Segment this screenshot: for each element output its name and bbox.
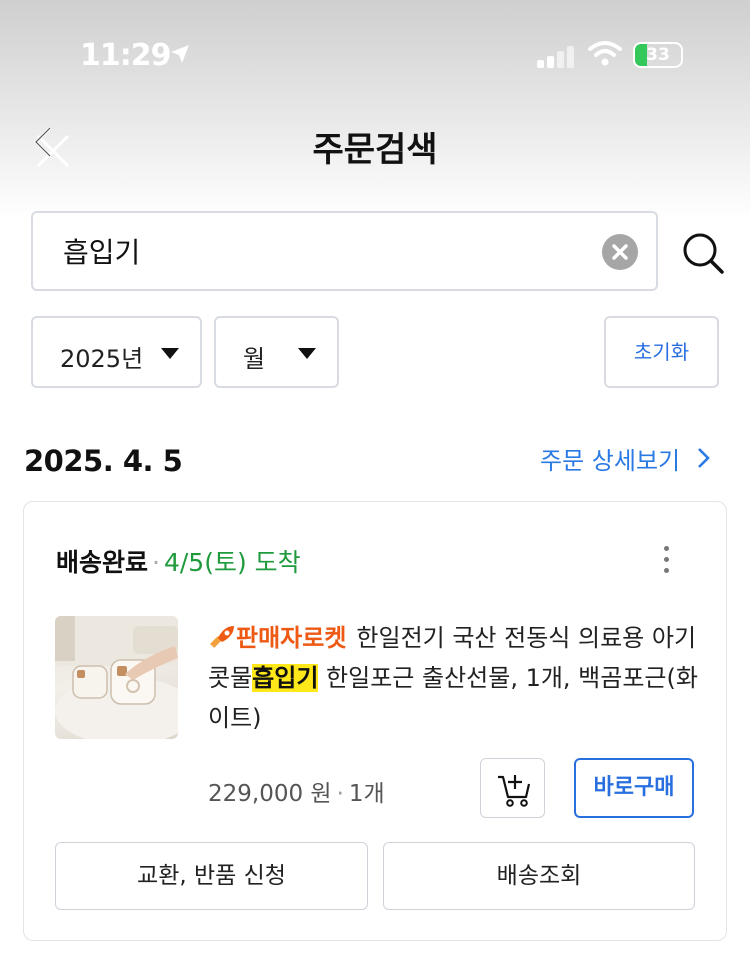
month-dropdown[interactable]: 월	[214, 316, 339, 388]
arrival-date: 4/5(토) 도착	[163, 548, 301, 577]
delivery-tracking-button[interactable]: 배송조회	[383, 842, 695, 910]
wifi-icon	[588, 41, 622, 66]
add-to-cart-icon	[498, 775, 531, 807]
year-dropdown[interactable]: 2025년	[31, 316, 202, 388]
buy-now-button[interactable]: 바로구매	[574, 758, 694, 818]
order-detail-link[interactable]: 주문 상세보기	[540, 441, 710, 476]
status-label: 배송완료	[56, 548, 149, 577]
page-header: 주문검색	[0, 110, 750, 180]
exchange-return-button[interactable]: 교환, 반품 신청	[55, 842, 368, 910]
price-line: 229,000 원 · 1개	[208, 781, 385, 807]
delivery-status: 배송완료 · 4/5(토) 도착	[56, 548, 301, 577]
product-thumbnail[interactable]	[55, 616, 178, 739]
order-detail-label: 주문 상세보기	[540, 447, 681, 475]
chevron-down-icon	[298, 348, 316, 359]
location-arrow-icon	[171, 45, 189, 63]
status-bar: 11:29 33	[0, 0, 750, 110]
product-image	[55, 616, 178, 739]
search-highlight: 흡입기	[252, 664, 319, 692]
product-price: 229,000 원	[208, 781, 332, 807]
rocket-badge: 판매자로켓	[236, 624, 347, 652]
clear-icon	[612, 244, 628, 260]
reset-button[interactable]: 초기화	[604, 316, 719, 388]
more-options-button[interactable]	[654, 542, 680, 578]
rocket-icon	[210, 626, 234, 648]
search-input[interactable]	[63, 231, 583, 271]
chevron-down-icon	[161, 348, 179, 359]
chevron-right-icon	[698, 448, 710, 468]
month-dropdown-label: 월	[243, 345, 266, 373]
year-dropdown-label: 2025년	[60, 345, 144, 373]
battery-level: 33	[646, 45, 670, 65]
search-icon	[683, 233, 724, 274]
clear-search-button[interactable]	[602, 234, 638, 270]
search-box	[31, 211, 658, 291]
add-to-cart-button[interactable]	[480, 758, 545, 818]
product-quantity: 1개	[348, 781, 385, 807]
order-card: 배송완료 · 4/5(토) 도착 판매자로켓 한일전기 국산 전동식 의료용 아기 콧…	[23, 501, 727, 941]
product-title[interactable]: 판매자로켓 한일전기 국산 전동식 의료용 아기 콧물흡입기 한일포근 출산선물,…	[208, 618, 698, 738]
cellular-signal-icon	[537, 44, 577, 68]
search-button[interactable]	[680, 230, 726, 276]
order-date: 2025. 4. 5	[24, 444, 183, 478]
battery-icon: 33	[633, 42, 683, 68]
page-title: 주문검색	[312, 130, 438, 170]
status-time: 11:29	[80, 38, 171, 73]
